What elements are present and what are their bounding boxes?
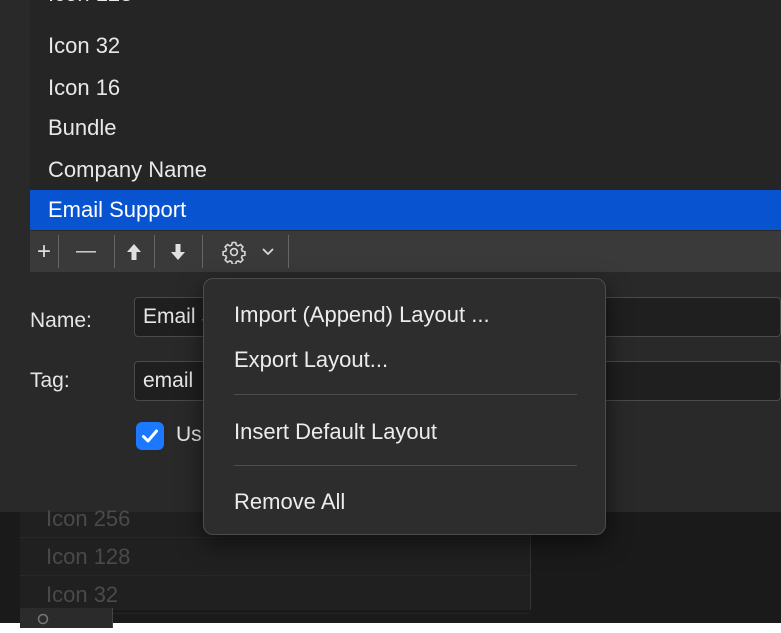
gear-icon bbox=[34, 610, 52, 633]
checkmark-icon bbox=[142, 429, 158, 443]
use-checkbox[interactable] bbox=[136, 422, 164, 450]
remove-button[interactable]: — bbox=[59, 231, 113, 272]
settings-menu-button[interactable] bbox=[203, 231, 293, 272]
plus-icon: + bbox=[36, 237, 51, 265]
tag-label: Tag: bbox=[30, 369, 70, 392]
list-item[interactable]: Icon 16 bbox=[30, 68, 781, 108]
arrow-up-icon bbox=[126, 243, 142, 261]
toolbar-divider bbox=[288, 235, 289, 268]
list-item[interactable]: Icon 128 bbox=[30, 0, 781, 14]
menu-separator bbox=[234, 465, 577, 466]
arrow-down-icon bbox=[170, 243, 186, 261]
menu-item-remove-all[interactable]: Remove All bbox=[234, 484, 595, 520]
minus-icon: — bbox=[76, 240, 96, 262]
chevron-down-icon bbox=[262, 248, 274, 256]
use-checkbox-label: Us bbox=[176, 423, 202, 446]
gear-icon bbox=[222, 240, 246, 264]
list-item[interactable]: Icon 32 bbox=[30, 26, 781, 66]
menu-item-export-layout[interactable]: Export Layout... bbox=[234, 342, 595, 378]
move-up-button[interactable] bbox=[115, 231, 153, 272]
list-item: Icon 128 bbox=[20, 538, 530, 576]
menu-item-insert-default-layout[interactable]: Insert Default Layout bbox=[234, 414, 595, 450]
list-item[interactable]: Bundle bbox=[30, 108, 781, 148]
list-item[interactable]: Company Name bbox=[30, 150, 781, 190]
settings-context-menu: Import (Append) Layout ... Export Layout… bbox=[203, 278, 606, 535]
list-item-selected[interactable]: Email Support bbox=[30, 190, 781, 230]
add-button[interactable]: + bbox=[30, 231, 58, 272]
field-list[interactable]: Icon 128 Icon 32 Icon 16 Bundle Company … bbox=[30, 0, 781, 230]
menu-separator bbox=[234, 394, 577, 395]
menu-item-import-layout[interactable]: Import (Append) Layout ... bbox=[234, 297, 595, 333]
list-toolbar: + — bbox=[30, 231, 781, 272]
background-toolbar bbox=[20, 608, 113, 628]
move-down-button[interactable] bbox=[155, 231, 201, 272]
name-label: Name: bbox=[30, 309, 92, 332]
